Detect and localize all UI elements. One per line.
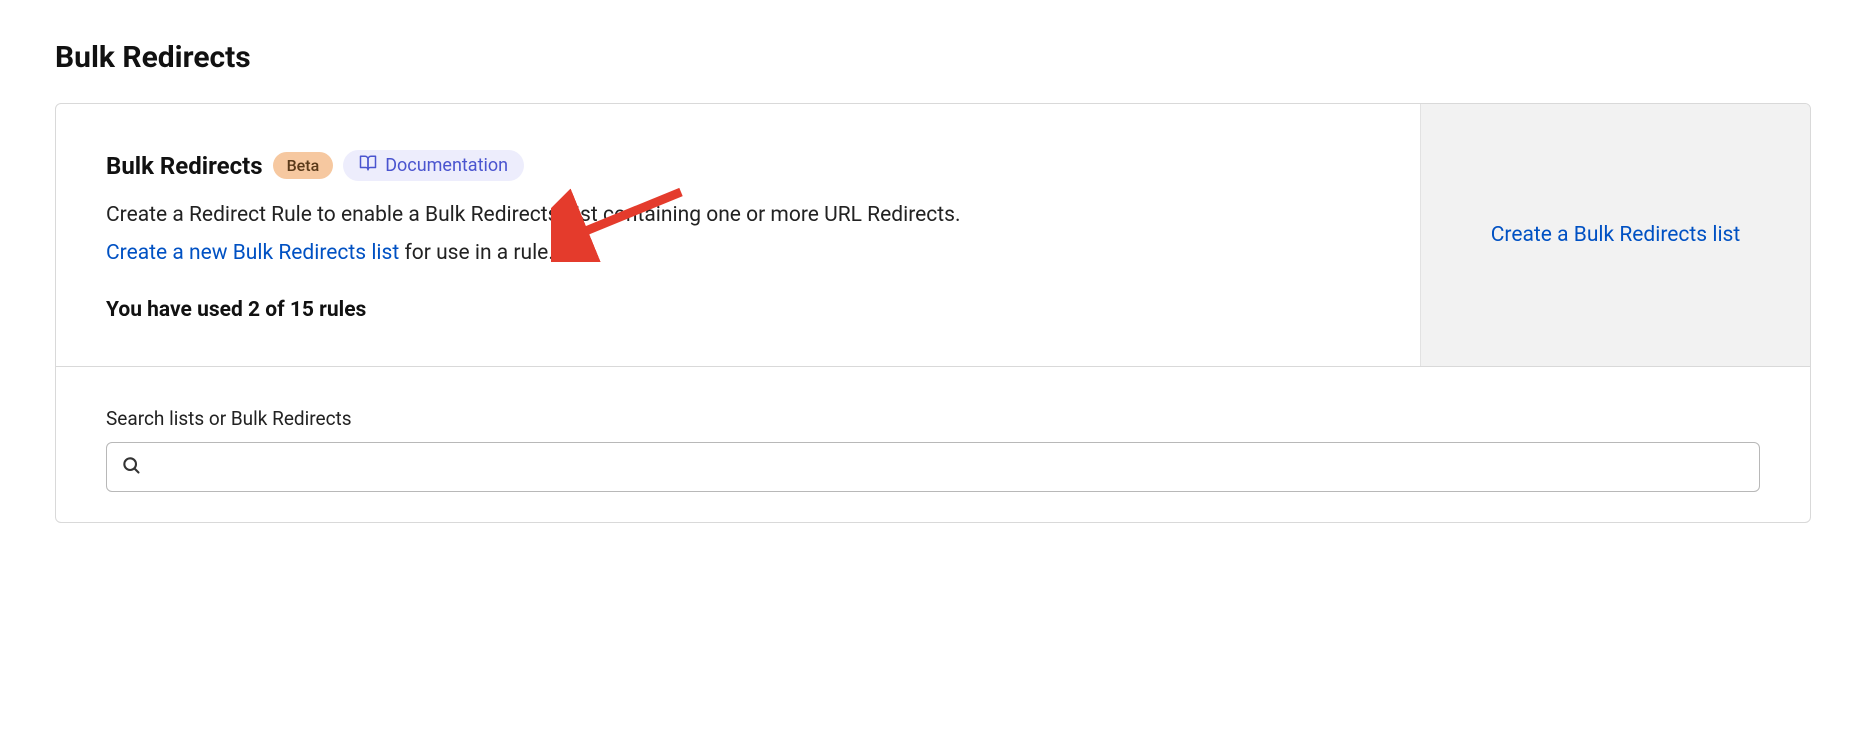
page-title: Bulk Redirects: [55, 40, 1811, 75]
documentation-link[interactable]: Documentation: [343, 150, 524, 181]
beta-badge: Beta: [273, 152, 334, 179]
search-label: Search lists or Bulk Redirects: [106, 407, 1760, 430]
section-description: Create a Redirect Rule to enable a Bulk …: [106, 199, 986, 233]
card-top: Bulk Redirects Beta Documentation Create…: [56, 104, 1810, 366]
search-input[interactable]: [151, 457, 1745, 478]
card-left: Bulk Redirects Beta Documentation Create…: [56, 104, 1420, 366]
book-icon: [359, 154, 377, 177]
search-box[interactable]: [106, 442, 1760, 492]
card-bottom: Search lists or Bulk Redirects: [56, 366, 1810, 522]
rules-usage-text: You have used 2 of 15 rules: [106, 298, 1370, 322]
create-bulk-redirects-list-button[interactable]: Create a Bulk Redirects list: [1491, 223, 1741, 247]
section-title: Bulk Redirects: [106, 152, 263, 180]
create-link-suffix: for use in a rule.: [399, 241, 554, 265]
search-icon: [121, 455, 141, 479]
create-new-list-link[interactable]: Create a new Bulk Redirects list: [106, 241, 399, 265]
card-right: Create a Bulk Redirects list: [1420, 104, 1810, 366]
section-header: Bulk Redirects Beta Documentation: [106, 150, 1370, 181]
bulk-redirects-card: Bulk Redirects Beta Documentation Create…: [55, 103, 1811, 523]
create-link-line: Create a new Bulk Redirects list for use…: [106, 237, 1370, 271]
documentation-label: Documentation: [385, 155, 508, 176]
